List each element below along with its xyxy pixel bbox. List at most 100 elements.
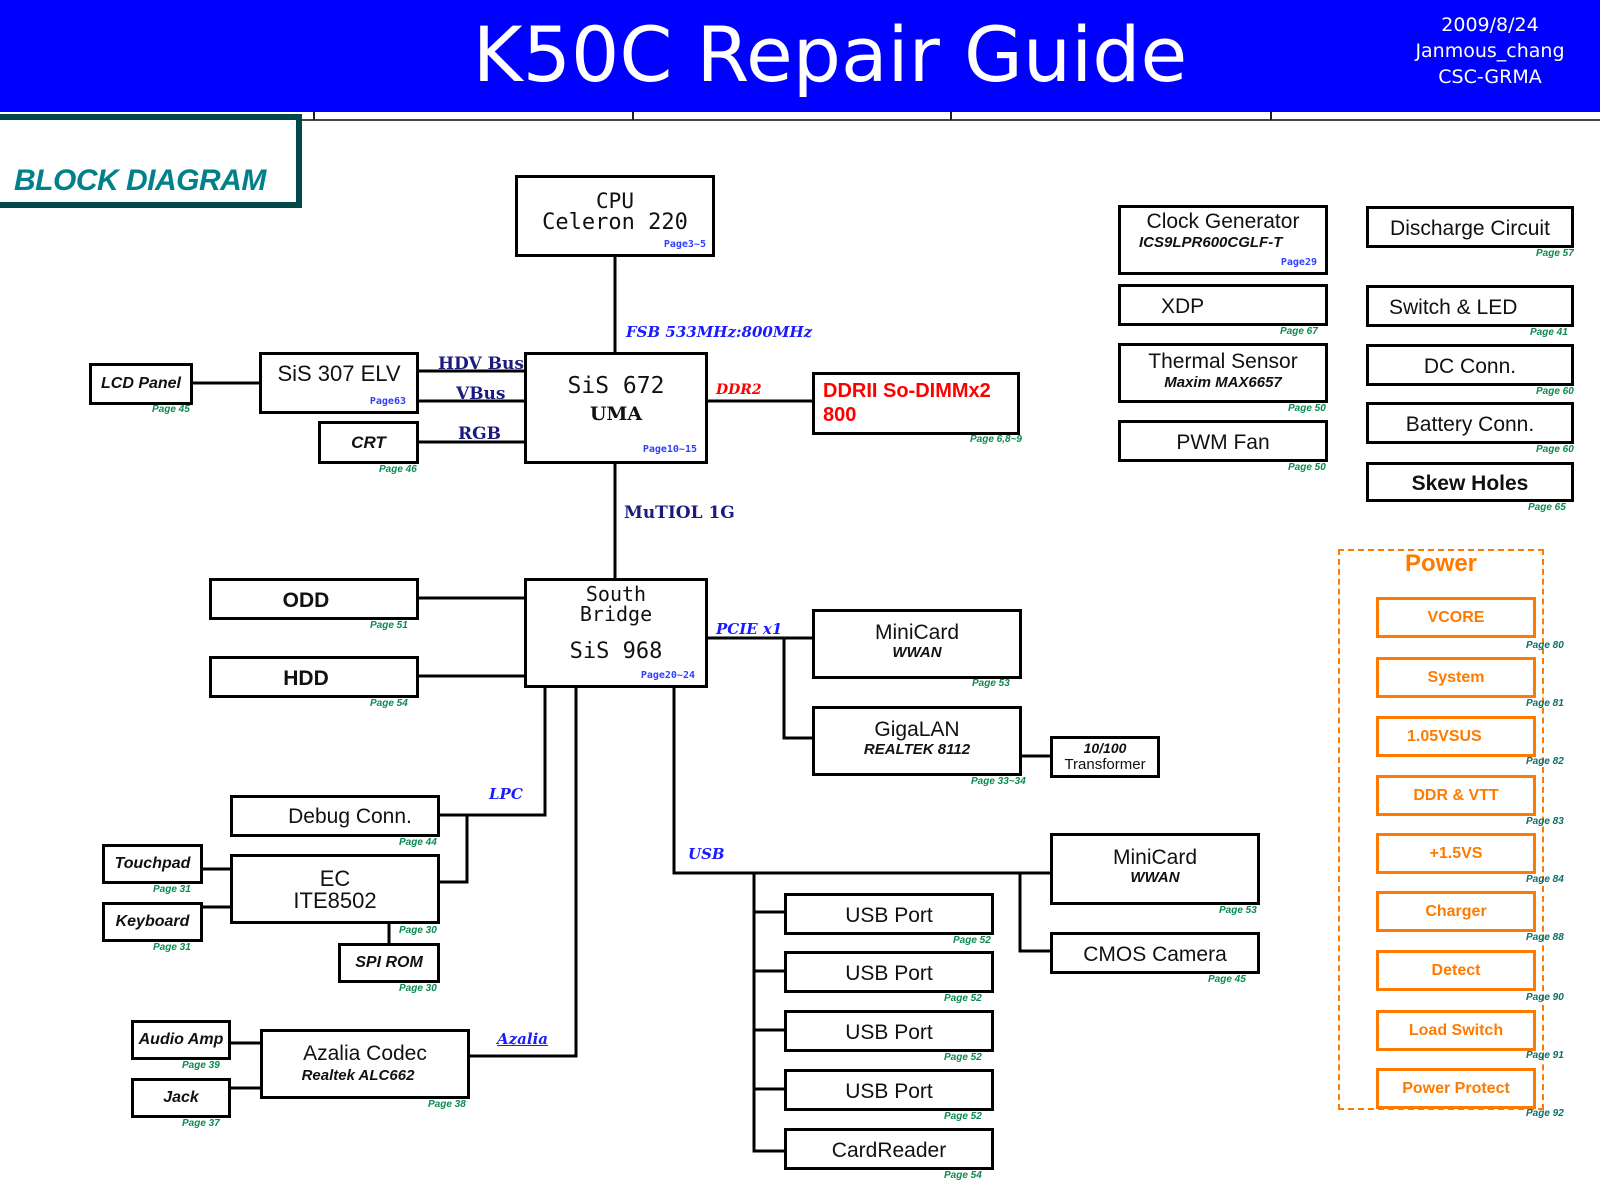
usb-port-block[interactable]: USB Port — [784, 1069, 994, 1111]
power-item-power-protect[interactable]: Power Protect — [1376, 1068, 1536, 1109]
debug-conn-block[interactable]: Debug Conn. — [230, 795, 440, 837]
usb-port-label: USB Port — [845, 1021, 933, 1044]
dc-conn-block[interactable]: DC Conn. — [1366, 344, 1574, 386]
clock-generator-page: Page29 — [1280, 257, 1317, 268]
crt-block[interactable]: CRT — [318, 421, 419, 464]
pwm-fan-block[interactable]: PWM Fan — [1118, 420, 1328, 462]
bus-label-rgb: RGB — [458, 424, 502, 444]
power-item-page: Page 90 — [1526, 992, 1564, 1003]
battery-conn-page: Page 60 — [1536, 444, 1574, 455]
usb-port-block[interactable]: USB Port — [784, 893, 994, 935]
power-item-detect[interactable]: Detect — [1376, 950, 1536, 991]
transformer-block[interactable]: 10/100 Transformer — [1050, 736, 1160, 778]
skew-holes-label: Skew Holes — [1411, 472, 1529, 495]
minicard-usb-block[interactable]: MiniCard WWAN — [1050, 833, 1260, 905]
minicard-usb-page: Page 53 — [1219, 905, 1257, 916]
switch-led-label: Switch & LED — [1389, 296, 1518, 319]
dc-conn-label: DC Conn. — [1423, 355, 1517, 378]
touchpad-label: Touchpad — [114, 855, 191, 872]
power-item-vcore[interactable]: VCORE — [1376, 597, 1536, 638]
ec-block[interactable]: EC ITE8502 — [230, 854, 440, 924]
minicard-pcie-block[interactable]: MiniCard WWAN — [812, 609, 1022, 679]
power-item-1-5vs[interactable]: +1.5VS — [1376, 833, 1536, 874]
power-item-1-05vsus[interactable]: 1.05VSUS — [1376, 716, 1536, 757]
power-item-label: +1.5VS — [1429, 845, 1483, 862]
usb-port-label: USB Port — [845, 1080, 933, 1103]
xdp-block[interactable]: XDP — [1118, 284, 1328, 326]
cmos-camera-block[interactable]: CMOS Camera — [1050, 932, 1260, 974]
bus-label-mutiol: MuTIOL 1G — [624, 503, 735, 523]
northbridge-line1: SiS 672 — [567, 373, 665, 399]
switch-led-block[interactable]: Switch & LED — [1366, 285, 1574, 327]
ddr-line2: 800 — [823, 404, 857, 426]
usb-port-page: Page 52 — [944, 993, 982, 1004]
cardreader-block[interactable]: CardReader — [784, 1128, 994, 1170]
wire-pcie-gigalan — [706, 636, 812, 740]
xdp-label: XDP — [1161, 295, 1205, 318]
clock-generator-block[interactable]: Clock Generator ICS9LPR600CGLF-T Page29 — [1118, 205, 1328, 275]
azalia-codec-line1: Azalia Codec — [303, 1042, 427, 1065]
odd-block[interactable]: ODD — [209, 578, 419, 620]
keyboard-block[interactable]: Keyboard — [102, 902, 203, 942]
audio-amp-block[interactable]: Audio Amp — [131, 1020, 231, 1060]
battery-conn-block[interactable]: Battery Conn. — [1366, 402, 1574, 444]
touchpad-block[interactable]: Touchpad — [102, 844, 203, 884]
jack-block[interactable]: Jack — [131, 1078, 231, 1118]
thermal-sensor-line1: Thermal Sensor — [1148, 350, 1298, 373]
thermal-sensor-block[interactable]: Thermal Sensor Maxim MAX6657 — [1118, 343, 1328, 403]
spi-rom-page: Page 30 — [399, 983, 437, 994]
power-item-load-switch[interactable]: Load Switch — [1376, 1010, 1536, 1051]
sis307-block[interactable]: SiS 307 ELV Page63 — [259, 352, 419, 414]
wire-cmos — [1018, 873, 1050, 953]
pwm-fan-label: PWM Fan — [1176, 431, 1270, 454]
power-item-label: VCORE — [1427, 609, 1485, 626]
usb-port-label: USB Port — [845, 962, 933, 985]
power-item-page: Page 91 — [1526, 1050, 1564, 1061]
ddr-block[interactable]: DDRII So-DIMMx2 800 — [812, 372, 1020, 435]
power-item-ddr-vtt[interactable]: DDR & VTT — [1376, 775, 1536, 816]
odd-label: ODD — [282, 589, 330, 612]
debug-conn-page: Page 44 — [399, 837, 437, 848]
ec-page: Page 30 — [399, 925, 437, 936]
audio-amp-page: Page 39 — [182, 1060, 220, 1071]
clock-generator-line2: ICS9LPR600CGLF-T — [1139, 234, 1283, 251]
usb-port-block[interactable]: USB Port — [784, 1010, 994, 1052]
power-item-page: Page 80 — [1526, 640, 1564, 651]
battery-conn-label: Battery Conn. — [1405, 413, 1535, 436]
lcd-panel-block[interactable]: LCD Panel — [89, 363, 193, 405]
spi-rom-block[interactable]: SPI ROM — [338, 943, 440, 983]
cpu-line1: CPU — [596, 189, 634, 213]
touchpad-page: Page 31 — [153, 884, 191, 895]
power-item-system[interactable]: System — [1376, 657, 1536, 698]
cpu-page: Page3~5 — [663, 239, 706, 250]
skew-holes-block[interactable]: Skew Holes — [1366, 462, 1574, 502]
discharge-circuit-block[interactable]: Discharge Circuit — [1366, 206, 1574, 248]
minicard-pcie-line1: MiniCard — [874, 621, 960, 644]
ddr-line1: DDRII So-DIMMx2 — [823, 380, 991, 402]
azalia-codec-line2: Realtek ALC662 — [301, 1067, 415, 1084]
power-group-title: Power — [1404, 550, 1478, 577]
power-item-charger[interactable]: Charger — [1376, 891, 1536, 932]
bus-label-azalia: Azalia — [497, 1030, 548, 1048]
sis307-page: Page63 — [369, 396, 406, 407]
minicard-pcie-line2: WWAN — [892, 644, 942, 661]
transformer-line2: Transformer — [1064, 756, 1146, 773]
power-item-page: Page 84 — [1526, 874, 1564, 885]
jack-label: Jack — [163, 1089, 199, 1106]
crt-page: Page 46 — [379, 464, 417, 475]
usb-port-page: Page 52 — [953, 935, 991, 946]
power-item-page: Page 88 — [1526, 932, 1564, 943]
hdd-block[interactable]: HDD — [209, 656, 419, 698]
southbridge-block[interactable]: South Bridge SiS 968 Page20~24 — [524, 578, 708, 688]
northbridge-page: Page10~15 — [642, 444, 697, 455]
northbridge-block[interactable]: SiS 672 UMA Page10~15 — [524, 352, 708, 464]
gigalan-block[interactable]: GigaLAN REALTEK 8112 — [812, 706, 1022, 776]
northbridge-line2: UMA — [589, 403, 643, 425]
thermal-sensor-line2: Maxim MAX6657 — [1164, 374, 1282, 391]
cpu-block[interactable]: CPU Celeron 220 Page3~5 — [515, 175, 715, 257]
azalia-codec-block[interactable]: Azalia Codec Realtek ALC662 — [260, 1029, 470, 1099]
cmos-camera-page: Page 45 — [1208, 974, 1246, 985]
cardreader-label: CardReader — [831, 1139, 947, 1162]
usb-port-block[interactable]: USB Port — [784, 951, 994, 993]
audio-amp-label: Audio Amp — [138, 1031, 224, 1048]
